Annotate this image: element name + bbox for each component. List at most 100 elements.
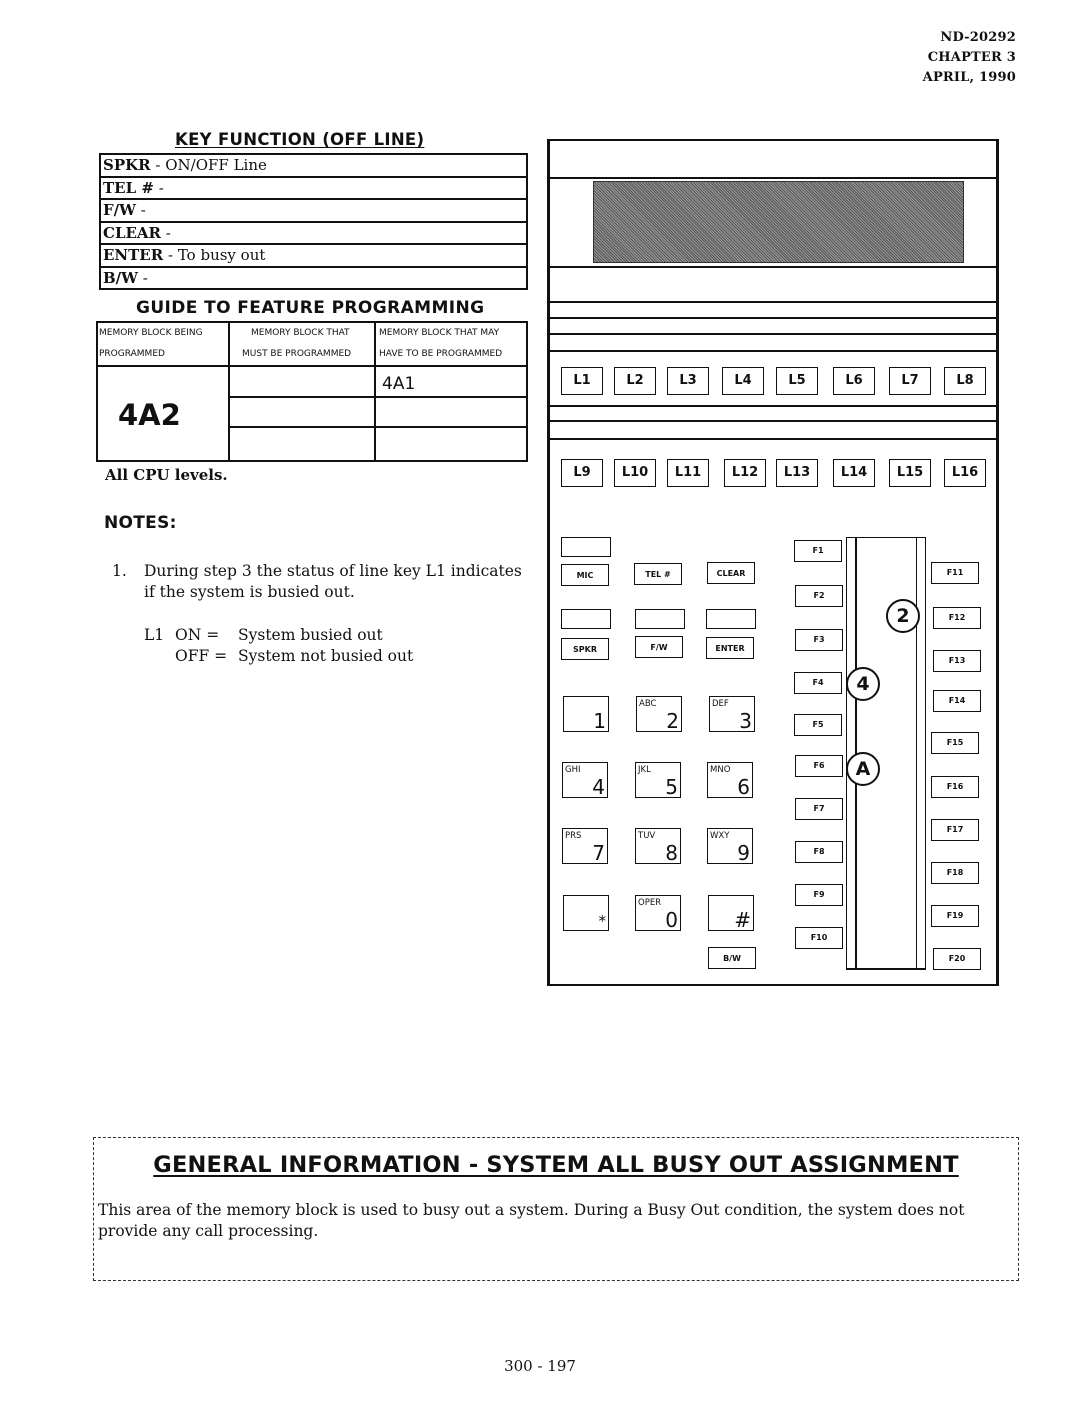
f-key-f18[interactable]: F18 bbox=[931, 862, 979, 884]
f-key-f14[interactable]: F14 bbox=[933, 690, 981, 712]
f-key-f7[interactable]: F7 bbox=[795, 798, 843, 820]
f-key-f1[interactable]: F1 bbox=[794, 540, 842, 562]
dial-key-digit: 6 bbox=[737, 775, 750, 799]
key-function-table: SPKR - ON/OFF Line TEL # - F/W - CLEAR -… bbox=[99, 153, 528, 290]
dial-key-digit: 4 bbox=[592, 775, 605, 799]
f-key-f17[interactable]: F17 bbox=[931, 819, 979, 841]
dial-key-1[interactable]: 1 bbox=[563, 696, 609, 733]
line-key-l6[interactable]: L6 bbox=[833, 367, 875, 395]
divider bbox=[228, 396, 526, 398]
divider bbox=[228, 426, 526, 428]
header-line: MUST BE PROGRAMMED bbox=[242, 349, 352, 359]
page-number: 300 - 197 bbox=[504, 1357, 576, 1375]
fw-button[interactable]: F/W bbox=[635, 636, 683, 658]
mic-button[interactable]: MIC bbox=[561, 564, 609, 586]
dial-key-digit: 5 bbox=[665, 775, 678, 799]
dial-key-letters: MNO bbox=[710, 765, 731, 775]
f-key-f16[interactable]: F16 bbox=[931, 776, 979, 798]
dial-key-pound[interactable]: # bbox=[708, 895, 754, 932]
line-key-l9[interactable]: L9 bbox=[561, 459, 603, 487]
line-key-l13[interactable]: L13 bbox=[776, 459, 818, 487]
divider bbox=[550, 438, 996, 440]
line-key-l15[interactable]: L15 bbox=[889, 459, 931, 487]
line-key-l14[interactable]: L14 bbox=[833, 459, 875, 487]
dial-key-letters: WXY bbox=[710, 831, 730, 841]
tel-number-button[interactable]: TEL # bbox=[634, 563, 682, 585]
f-key-f9[interactable]: F9 bbox=[795, 884, 843, 906]
clear-button[interactable]: CLEAR bbox=[707, 562, 755, 584]
line-key-l3[interactable]: L3 bbox=[667, 367, 709, 395]
note-line: if the system is busied out. bbox=[144, 583, 355, 601]
dial-key-letters: JKL bbox=[638, 765, 651, 775]
dial-key-8[interactable]: TUV 8 bbox=[635, 828, 681, 865]
dial-key-digit: # bbox=[734, 908, 751, 932]
divider bbox=[550, 350, 996, 352]
chapter-label: CHAPTER 3 bbox=[927, 50, 1016, 65]
dial-key-digit: 0 bbox=[665, 908, 678, 932]
dial-key-letters: TUV bbox=[638, 831, 656, 841]
header-being-programmed: MEMORY BLOCK BEING PROGRAMMED bbox=[99, 323, 203, 365]
cpu-levels: All CPU levels. bbox=[105, 466, 228, 484]
f-key-f13[interactable]: F13 bbox=[933, 650, 981, 672]
line-key-l11[interactable]: L11 bbox=[667, 459, 709, 487]
telephone-diagram: L1 L2 L3 L4 L5 L6 L7 L8 L9 L10 L11 L12 L… bbox=[547, 139, 999, 986]
f-key-f2[interactable]: F2 bbox=[795, 585, 843, 607]
line-key-l10[interactable]: L10 bbox=[614, 459, 656, 487]
key-name: TEL # bbox=[103, 178, 154, 197]
fw-indicator bbox=[635, 609, 685, 629]
dial-key-6[interactable]: MNO 6 bbox=[707, 762, 753, 799]
dial-key-5[interactable]: JKL 5 bbox=[635, 762, 681, 799]
line-key-l7[interactable]: L7 bbox=[889, 367, 931, 395]
dial-key-digit: 8 bbox=[665, 841, 678, 865]
f-key-f6[interactable]: F6 bbox=[795, 755, 843, 777]
dial-key-2[interactable]: ABC 2 bbox=[636, 696, 682, 733]
divider bbox=[98, 365, 526, 367]
guide-table: MEMORY BLOCK BEING PROGRAMMED MEMORY BLO… bbox=[96, 321, 528, 462]
dial-key-letters: GHI bbox=[565, 765, 581, 775]
key-name: SPKR bbox=[103, 156, 151, 174]
header-must-be-programmed: MEMORY BLOCK THAT MUST BE PROGRAMMED bbox=[242, 323, 351, 365]
line-key-l16[interactable]: L16 bbox=[944, 459, 986, 487]
bw-button[interactable]: B/W bbox=[708, 947, 756, 969]
spkr-indicator bbox=[561, 609, 611, 629]
divider bbox=[228, 323, 230, 460]
f-key-f5[interactable]: F5 bbox=[794, 714, 842, 736]
mic-indicator bbox=[561, 537, 611, 557]
f-key-f19[interactable]: F19 bbox=[931, 905, 979, 927]
line-key-l1[interactable]: L1 bbox=[561, 367, 603, 395]
key-desc: - bbox=[161, 223, 171, 242]
dial-key-letters: DEF bbox=[712, 699, 729, 709]
note-status-key: L1 bbox=[144, 626, 165, 644]
f-key-f12[interactable]: F12 bbox=[933, 607, 981, 629]
dial-key-3[interactable]: DEF 3 bbox=[709, 696, 755, 733]
dial-key-0[interactable]: OPER 0 bbox=[635, 895, 681, 932]
dial-key-7[interactable]: PRS 7 bbox=[562, 828, 608, 865]
f-key-f8[interactable]: F8 bbox=[795, 841, 843, 863]
line-key-l12[interactable]: L12 bbox=[724, 459, 766, 487]
dial-key-4[interactable]: GHI 4 bbox=[562, 762, 608, 799]
f-key-f11[interactable]: F11 bbox=[931, 562, 979, 584]
line-key-l4[interactable]: L4 bbox=[722, 367, 764, 395]
dial-key-digit: 9 bbox=[737, 841, 750, 865]
dial-key-9[interactable]: WXY 9 bbox=[707, 828, 753, 865]
enter-button[interactable]: ENTER bbox=[706, 637, 754, 659]
f-key-f4[interactable]: F4 bbox=[794, 672, 842, 694]
note-line: During step 3 the status of line key L1 … bbox=[144, 562, 522, 580]
f-key-f15[interactable]: F15 bbox=[931, 732, 979, 754]
dial-key-star[interactable]: * bbox=[563, 895, 609, 931]
key-name: B/W bbox=[103, 268, 139, 287]
f-key-f3[interactable]: F3 bbox=[795, 629, 843, 651]
key-name: F/W bbox=[103, 201, 136, 219]
line-key-l8[interactable]: L8 bbox=[944, 367, 986, 395]
key-name: CLEAR bbox=[103, 223, 162, 242]
spkr-button[interactable]: SPKR bbox=[561, 638, 609, 660]
dial-key-letters: ABC bbox=[639, 699, 657, 709]
key-name: ENTER bbox=[103, 246, 164, 264]
divider bbox=[550, 177, 996, 179]
f-key-f10[interactable]: F10 bbox=[795, 927, 843, 949]
key-function-row: F/W - bbox=[101, 200, 526, 223]
line-key-l2[interactable]: L2 bbox=[614, 367, 656, 395]
line-key-l5[interactable]: L5 bbox=[776, 367, 818, 395]
key-desc: - bbox=[138, 268, 148, 287]
f-key-f20[interactable]: F20 bbox=[933, 948, 981, 970]
